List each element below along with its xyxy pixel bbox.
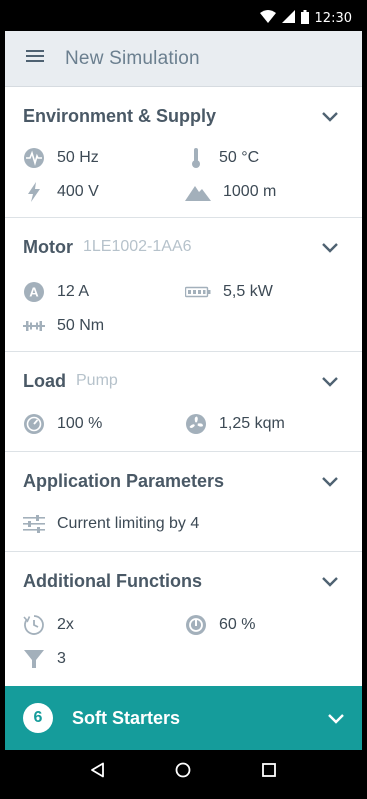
frequency-icon: [23, 147, 45, 169]
section-application-parameters[interactable]: Application Parameters Current limiting …: [5, 452, 362, 552]
battery-icon: [300, 9, 309, 27]
starts-value: 2x: [57, 616, 74, 633]
voltage-value: 400 V: [57, 183, 99, 200]
lightning-icon: [23, 181, 45, 203]
section-header[interactable]: Environment & Supply: [23, 104, 350, 128]
duty-item: 60 %: [185, 613, 255, 637]
recents-button[interactable]: [249, 752, 289, 792]
voltage-item: 400 V: [23, 180, 99, 204]
frequency-value: 50 Hz: [57, 149, 99, 166]
back-icon: [90, 762, 106, 783]
system-nav-bar: [5, 750, 362, 794]
device: 12:30 New Simulation Environment & Suppl…: [0, 0, 367, 799]
gauge-icon: [23, 413, 45, 435]
svg-text:A: A: [29, 285, 39, 300]
chevron-down-icon[interactable]: [318, 469, 342, 493]
altitude-value: 1000 m: [223, 183, 277, 200]
load-percent-item: 100 %: [23, 412, 102, 436]
menu-button[interactable]: [5, 31, 65, 87]
filter-value: 3: [57, 650, 66, 667]
torque-value: 50 Nm: [57, 317, 105, 334]
recents-icon: [261, 762, 277, 783]
fan-icon: [185, 413, 207, 435]
section-title: Application Parameters: [23, 470, 225, 491]
battery-power-icon: [185, 281, 211, 303]
screen: 12:30 New Simulation Environment & Suppl…: [5, 5, 362, 794]
mountain-icon: [185, 181, 211, 203]
power-item: 5,5 kW: [185, 280, 273, 304]
status-time: 12:30: [314, 10, 352, 26]
sliders-icon: [23, 513, 45, 535]
power-toggle-icon: [185, 614, 207, 636]
section-header[interactable]: Load Pump: [23, 369, 350, 393]
current-value: 12 A: [57, 283, 90, 300]
home-button[interactable]: [163, 752, 203, 792]
temperature-value: 50 °C: [219, 149, 260, 166]
filter-item: 3: [23, 647, 66, 671]
current-limiting-value: Current limiting by 4: [57, 515, 200, 532]
signal-icon: [281, 10, 295, 26]
simulation-content: Environment & Supply 50 Hz 50 °C 400 V 1…: [5, 87, 362, 686]
power-value: 5,5 kW: [223, 283, 273, 300]
chevron-down-icon[interactable]: [324, 706, 348, 730]
load-percent-value: 100 %: [57, 415, 103, 432]
section-environment-supply[interactable]: Environment & Supply 50 Hz 50 °C 400 V 1…: [5, 87, 362, 218]
section-title: Environment & Supply: [23, 105, 217, 126]
duty-value: 60 %: [219, 616, 256, 633]
soft-starters-title: Soft Starters: [72, 707, 181, 728]
starts-item: 2x: [23, 613, 74, 637]
torque-item: 50 Nm: [23, 314, 104, 338]
back-button[interactable]: [78, 752, 118, 792]
section-load[interactable]: Load Pump 100 % 1,25 kqm: [5, 352, 362, 452]
chevron-down-icon[interactable]: [318, 104, 342, 128]
inertia-item: 1,25 kqm: [185, 412, 285, 436]
chevron-down-icon[interactable]: [318, 569, 342, 593]
current-limiting-item: Current limiting by 4: [23, 512, 199, 536]
home-icon: [175, 762, 191, 783]
section-subtitle: 1LE1002-1AA6: [82, 238, 192, 255]
filter-icon: [23, 648, 45, 670]
altitude-item: 1000 m: [185, 180, 276, 204]
inertia-value: 1,25 kqm: [219, 415, 285, 432]
thermometer-icon: [185, 147, 207, 169]
section-header[interactable]: Application Parameters: [23, 469, 350, 493]
section-motor[interactable]: Motor 1LE1002-1AA6 A 12 A 5,5 kW 50 Nm: [5, 218, 362, 352]
app-bar: New Simulation: [5, 31, 362, 87]
section-title: Load: [23, 370, 66, 391]
hamburger-menu-icon: [26, 49, 44, 68]
soft-starters-bar[interactable]: 6 Soft Starters: [5, 686, 362, 750]
dumbbell-icon: [23, 315, 45, 337]
chevron-down-icon[interactable]: [318, 369, 342, 393]
section-subtitle: Pump: [76, 372, 118, 389]
page-title: New Simulation: [65, 47, 200, 69]
frequency-item: 50 Hz: [23, 146, 99, 170]
current-item: A 12 A: [23, 280, 89, 304]
count-badge: 6: [23, 703, 53, 733]
section-header[interactable]: Additional Functions: [23, 569, 350, 593]
chevron-down-icon[interactable]: [318, 235, 342, 259]
section-title: Additional Functions: [23, 570, 202, 591]
ampere-icon: A: [23, 281, 45, 303]
section-additional-functions[interactable]: Additional Functions 2x 60 % 3: [5, 552, 362, 686]
clock-icon: [23, 614, 45, 636]
section-header[interactable]: Motor 1LE1002-1AA6: [23, 235, 350, 259]
status-bar: 12:30: [5, 5, 362, 31]
section-title: Motor: [23, 236, 73, 257]
wifi-icon: [259, 10, 276, 26]
temperature-item: 50 °C: [185, 146, 259, 170]
